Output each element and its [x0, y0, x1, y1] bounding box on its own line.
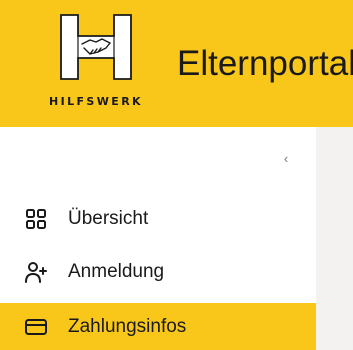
logo-text: HILFSWERK — [49, 95, 143, 108]
app-title: Elternportal — [177, 44, 353, 83]
main-content — [316, 127, 353, 350]
sidebar-item-label: Anmeldung — [68, 260, 165, 282]
sidebar-item-label: Zahlungsinfos — [68, 315, 187, 337]
header: HILFSWERK Elternportal — [0, 0, 353, 127]
dashboard-grid-icon — [24, 207, 48, 231]
hilfswerk-logo[interactable]: HILFSWERK — [46, 14, 146, 112]
sidebar-item-label: Übersicht — [68, 207, 149, 229]
person-add-icon — [24, 260, 48, 284]
sidebar-item-zahlungsinfos[interactable]: Zahlungsinfos — [0, 303, 316, 350]
sidebar-item-uebersicht[interactable]: Übersicht — [0, 195, 316, 242]
collapse-sidebar-icon[interactable]: ‹ — [278, 150, 294, 168]
handshake-logo-icon — [60, 14, 132, 80]
sidebar-item-anmeldung[interactable]: Anmeldung — [0, 248, 316, 295]
credit-card-icon — [24, 315, 48, 339]
